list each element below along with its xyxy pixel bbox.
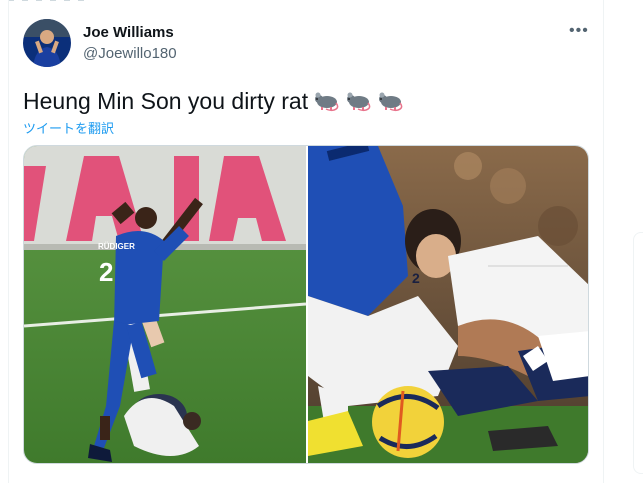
author-name[interactable]: Joe Williams xyxy=(83,24,174,41)
ellipsis-icon[interactable]: ••• xyxy=(569,22,589,40)
tweet-body: Heung Min Son you dirty rat xyxy=(23,88,309,114)
rat-icon xyxy=(312,90,340,112)
tweet-text: Heung Min Son you dirty rat xyxy=(23,88,404,115)
rat-icon xyxy=(376,90,404,112)
shirt-number-right: 2 xyxy=(412,270,420,286)
sidebar-card-edge xyxy=(633,232,643,474)
media-photo-right[interactable]: 2 xyxy=(308,146,588,463)
rat-icon xyxy=(344,90,372,112)
avatar[interactable] xyxy=(23,19,71,67)
shirt-number: 2 xyxy=(99,257,113,287)
media-photo-left[interactable]: 2 RÜDIGER xyxy=(24,146,306,463)
tweet-media[interactable]: 2 RÜDIGER 2 xyxy=(23,145,589,464)
shirt-name: RÜDIGER xyxy=(98,242,135,251)
author-handle[interactable]: @Joewillo180 xyxy=(83,45,177,62)
translate-tweet-link[interactable]: ツイートを翻訳 xyxy=(23,118,114,137)
